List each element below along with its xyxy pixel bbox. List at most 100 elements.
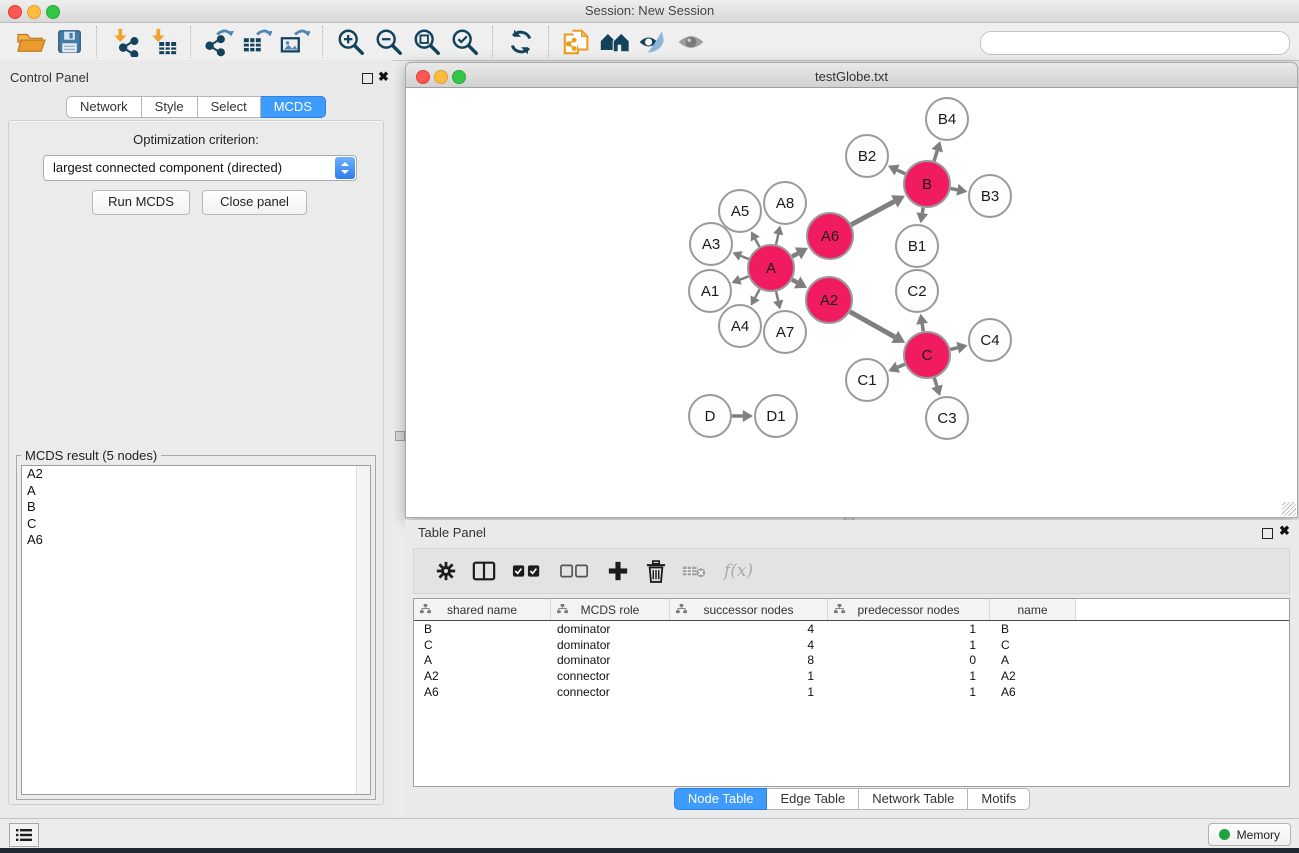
table-cell[interactable]: A bbox=[990, 653, 1076, 667]
memory-button[interactable]: Memory bbox=[1208, 823, 1291, 846]
destroy-table-button[interactable] bbox=[682, 559, 706, 583]
edge-B-B2[interactable] bbox=[897, 170, 905, 174]
function-builder-button[interactable]: f(x) bbox=[724, 561, 753, 581]
table-cell[interactable]: A2 bbox=[990, 669, 1076, 683]
table-cell[interactable]: 1 bbox=[828, 685, 990, 699]
task-history-button[interactable] bbox=[9, 823, 39, 847]
unselect-all-button[interactable] bbox=[558, 559, 592, 583]
network-window-titlebar[interactable]: testGlobe.txt bbox=[405, 62, 1298, 88]
table-row[interactable]: Bdominator41B bbox=[414, 621, 1289, 637]
tab-network[interactable]: Network bbox=[66, 96, 142, 118]
first-neighbors-button[interactable] bbox=[596, 26, 634, 58]
edge-A-A5[interactable] bbox=[755, 239, 759, 247]
table-row[interactable]: A2connector11A2 bbox=[414, 668, 1289, 684]
column-header-shared-name[interactable]: shared name bbox=[414, 599, 551, 620]
table-cell[interactable]: 1 bbox=[828, 638, 990, 652]
delete-row-button[interactable] bbox=[644, 559, 668, 583]
table-cell[interactable]: A6 bbox=[990, 685, 1076, 699]
tab-style[interactable]: Style bbox=[142, 96, 198, 118]
mcds-result-item[interactable]: A bbox=[22, 483, 370, 500]
float-panel-icon[interactable] bbox=[362, 73, 373, 84]
open-file-button[interactable] bbox=[12, 26, 50, 58]
show-column-button[interactable] bbox=[472, 559, 496, 583]
zoom-fit-button[interactable] bbox=[408, 26, 446, 58]
table-cell[interactable]: C bbox=[414, 638, 551, 652]
tab-network-table[interactable]: Network Table bbox=[859, 788, 968, 810]
mcds-result-item[interactable]: A2 bbox=[22, 466, 370, 483]
table-cell[interactable]: 1 bbox=[670, 685, 828, 699]
edge-A-A6[interactable] bbox=[792, 253, 798, 256]
table-cell[interactable]: dominator bbox=[551, 653, 670, 667]
table-cell[interactable]: connector bbox=[551, 685, 670, 699]
add-row-button[interactable] bbox=[606, 559, 630, 583]
search-input[interactable] bbox=[980, 31, 1290, 55]
edge-A-A7[interactable] bbox=[776, 291, 778, 300]
tab-edge-table[interactable]: Edge Table bbox=[767, 788, 859, 810]
new-network-from-selection-button[interactable] bbox=[558, 26, 596, 58]
table-row[interactable]: Adominator80A bbox=[414, 653, 1289, 669]
close-panel-icon[interactable]: ✖ bbox=[378, 69, 389, 85]
edge-C-C2[interactable] bbox=[922, 324, 923, 331]
table-cell[interactable]: 0 bbox=[828, 653, 990, 667]
table-cell[interactable]: C bbox=[990, 638, 1076, 652]
edge-C-C1[interactable] bbox=[898, 364, 905, 367]
edge-A-A8[interactable] bbox=[776, 234, 778, 244]
table-cell[interactable]: 4 bbox=[670, 638, 828, 652]
column-header-name[interactable]: name bbox=[990, 599, 1076, 620]
run-mcds-button[interactable]: Run MCDS bbox=[92, 190, 190, 215]
table-cell[interactable]: B bbox=[990, 622, 1076, 636]
resize-grip-icon[interactable] bbox=[1282, 502, 1296, 516]
mcds-result-item[interactable]: A6 bbox=[22, 532, 370, 549]
tab-select[interactable]: Select bbox=[198, 96, 261, 118]
table-row[interactable]: Cdominator41C bbox=[414, 637, 1289, 653]
table-cell[interactable]: A2 bbox=[414, 669, 551, 683]
edge-A-A3[interactable] bbox=[741, 256, 749, 259]
table-cell[interactable]: 4 bbox=[670, 622, 828, 636]
vertical-splitter-handle[interactable] bbox=[395, 431, 405, 441]
mcds-result-list[interactable]: A2ABCA6 bbox=[21, 465, 371, 795]
zoom-selected-button[interactable] bbox=[446, 26, 484, 58]
edge-C-C3[interactable] bbox=[934, 378, 937, 386]
export-image-button[interactable] bbox=[276, 26, 314, 58]
close-panel-button[interactable]: Close panel bbox=[202, 190, 307, 215]
column-header-predecessor-nodes[interactable]: predecessor nodes bbox=[828, 599, 990, 620]
tab-mcds[interactable]: MCDS bbox=[261, 96, 326, 118]
table-cell[interactable]: 1 bbox=[828, 622, 990, 636]
tab-motifs[interactable]: Motifs bbox=[968, 788, 1030, 810]
save-session-button[interactable] bbox=[50, 26, 88, 58]
edge-C-C4[interactable] bbox=[950, 348, 957, 350]
table-cell[interactable]: A bbox=[414, 653, 551, 667]
table-cell[interactable]: dominator bbox=[551, 638, 670, 652]
table-cell[interactable]: 1 bbox=[670, 669, 828, 683]
network-canvas[interactable]: B4B2BB3A8A5A6A3B1AA1C2A2A4A7C4CC1C3DD1 bbox=[405, 88, 1298, 518]
import-table-button[interactable] bbox=[144, 26, 182, 58]
export-network-button[interactable] bbox=[200, 26, 238, 58]
zoom-out-button[interactable] bbox=[370, 26, 408, 58]
tab-node-table[interactable]: Node Table bbox=[674, 788, 768, 810]
edge-A6-B[interactable] bbox=[851, 201, 894, 224]
edge-B-B3[interactable] bbox=[951, 188, 958, 189]
table-close-panel-icon[interactable]: ✖ bbox=[1279, 523, 1290, 539]
table-cell[interactable]: dominator bbox=[551, 622, 670, 636]
table-cell[interactable]: A6 bbox=[414, 685, 551, 699]
edge-A-A4[interactable] bbox=[755, 289, 760, 298]
mcds-result-item[interactable]: C bbox=[22, 516, 370, 533]
node-table[interactable]: shared nameMCDS rolesuccessor nodesprede… bbox=[413, 598, 1290, 787]
mcds-result-item[interactable]: B bbox=[22, 499, 370, 516]
table-cell[interactable]: B bbox=[414, 622, 551, 636]
table-row[interactable]: A6connector11A6 bbox=[414, 684, 1289, 700]
column-header-MCDS-role[interactable]: MCDS role bbox=[551, 599, 670, 620]
show-all-button[interactable] bbox=[672, 26, 710, 58]
table-cell[interactable]: connector bbox=[551, 669, 670, 683]
edge-B-B4[interactable] bbox=[934, 151, 937, 161]
import-network-button[interactable] bbox=[106, 26, 144, 58]
criterion-dropdown[interactable]: largest connected component (directed) bbox=[43, 155, 357, 181]
zoom-in-button[interactable] bbox=[332, 26, 370, 58]
hide-selected-button[interactable] bbox=[634, 26, 672, 58]
edge-A2-C[interactable] bbox=[850, 312, 895, 337]
table-cell[interactable]: 1 bbox=[828, 669, 990, 683]
column-header-successor-nodes[interactable]: successor nodes bbox=[670, 599, 828, 620]
edge-A-A1[interactable] bbox=[740, 276, 749, 279]
table-float-panel-icon[interactable] bbox=[1262, 528, 1273, 539]
edge-B-B1[interactable] bbox=[922, 208, 923, 214]
